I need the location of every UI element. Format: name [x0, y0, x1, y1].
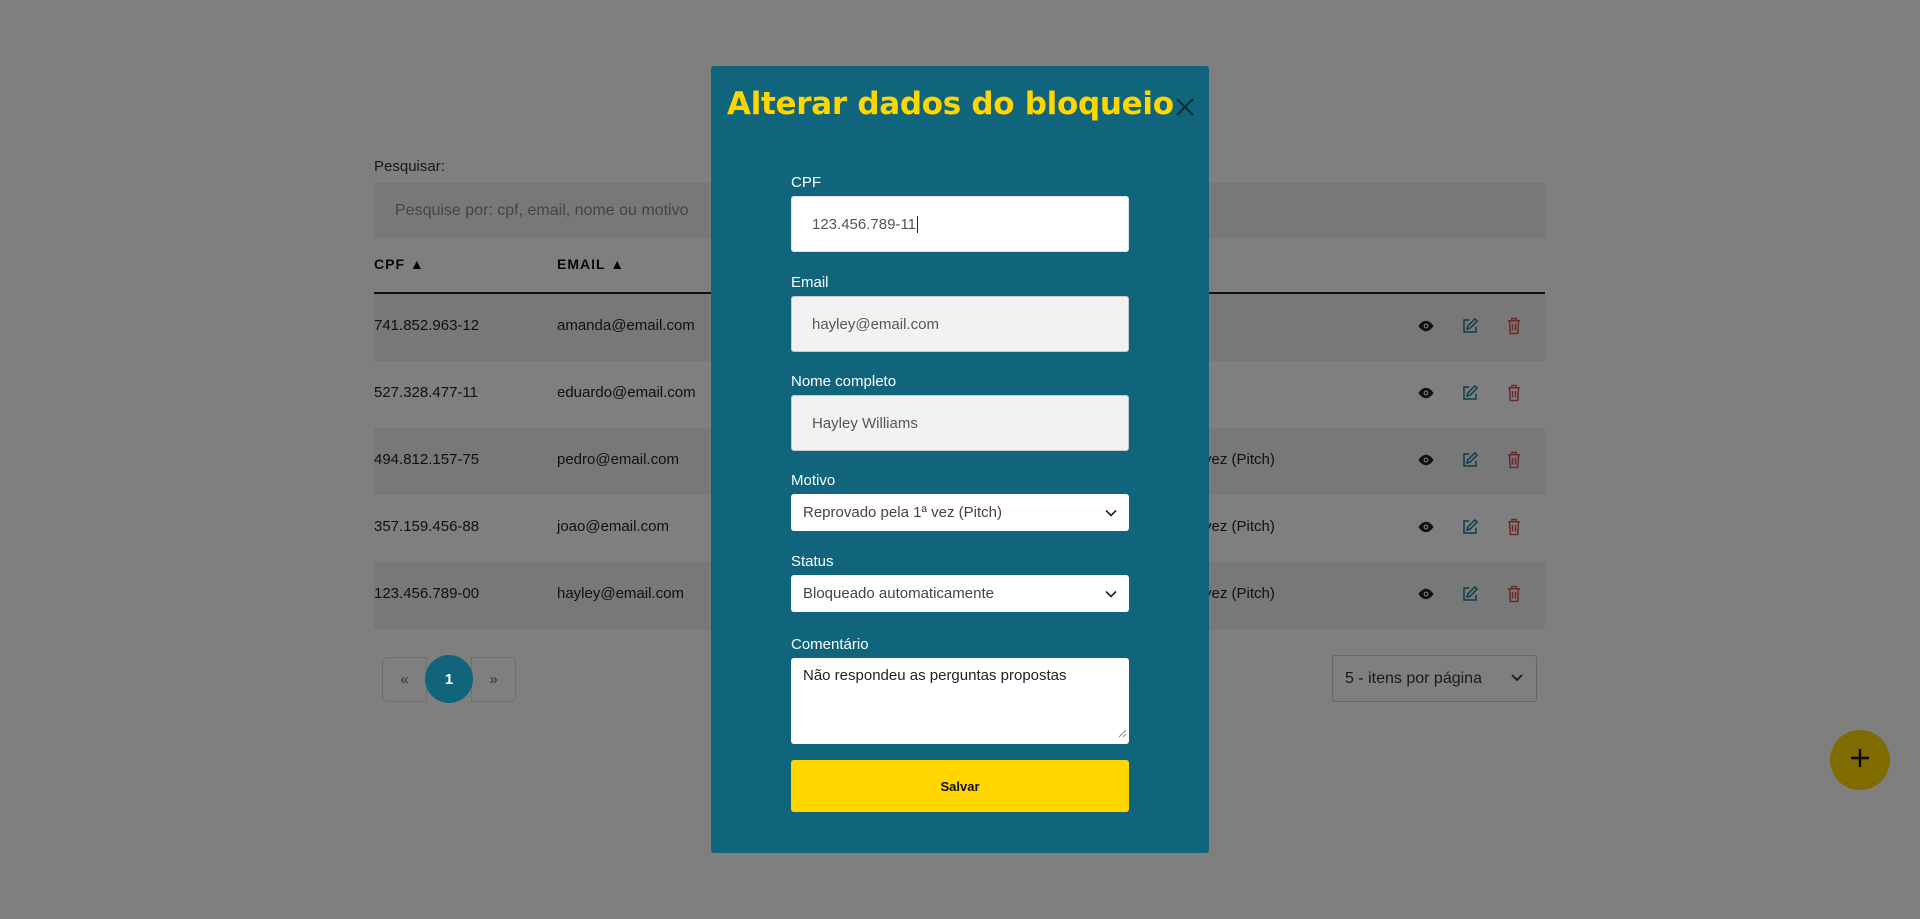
full-name-label: Nome completo	[791, 373, 897, 390]
chevron-down-icon	[1105, 585, 1117, 602]
close-icon[interactable]	[1174, 96, 1196, 118]
modal-title: Alterar dados do bloqueio	[727, 86, 1174, 122]
text-cursor	[916, 215, 918, 233]
full-name-field[interactable]: Hayley Williams	[791, 395, 1129, 451]
edit-block-modal: Alterar dados do bloqueio CPF 123.456.78…	[711, 66, 1209, 853]
motivo-select[interactable]: Reprovado pela 1ª vez (Pitch)	[791, 494, 1129, 531]
status-label: Status	[791, 553, 834, 570]
email-field[interactable]: hayley@email.com	[791, 296, 1129, 352]
cpf-field[interactable]: 123.456.789-11	[791, 196, 1129, 252]
pagination-page-1[interactable]: 1	[425, 655, 473, 703]
cpf-value: 123.456.789-11	[812, 215, 916, 233]
email-value: hayley@email.com	[812, 315, 939, 333]
chevron-down-icon	[1105, 504, 1117, 521]
edit-block-form: CPF 123.456.789-11 Email hayley@email.co…	[791, 174, 1129, 812]
resize-handle-icon[interactable]	[1118, 725, 1127, 742]
email-label: Email	[791, 274, 829, 291]
status-select[interactable]: Bloqueado automaticamente	[791, 575, 1129, 612]
motivo-label: Motivo	[791, 472, 836, 489]
comment-textarea[interactable]: Não respondeu as perguntas propostas	[791, 658, 1129, 744]
comment-label: Comentário	[791, 636, 869, 653]
status-value: Bloqueado automaticamente	[803, 585, 994, 602]
full-name-value: Hayley Williams	[812, 414, 918, 432]
motivo-value: Reprovado pela 1ª vez (Pitch)	[803, 504, 1002, 521]
save-button[interactable]: Salvar	[791, 760, 1129, 812]
cpf-label: CPF	[791, 174, 821, 191]
comment-value: Não respondeu as perguntas propostas	[803, 667, 1067, 684]
